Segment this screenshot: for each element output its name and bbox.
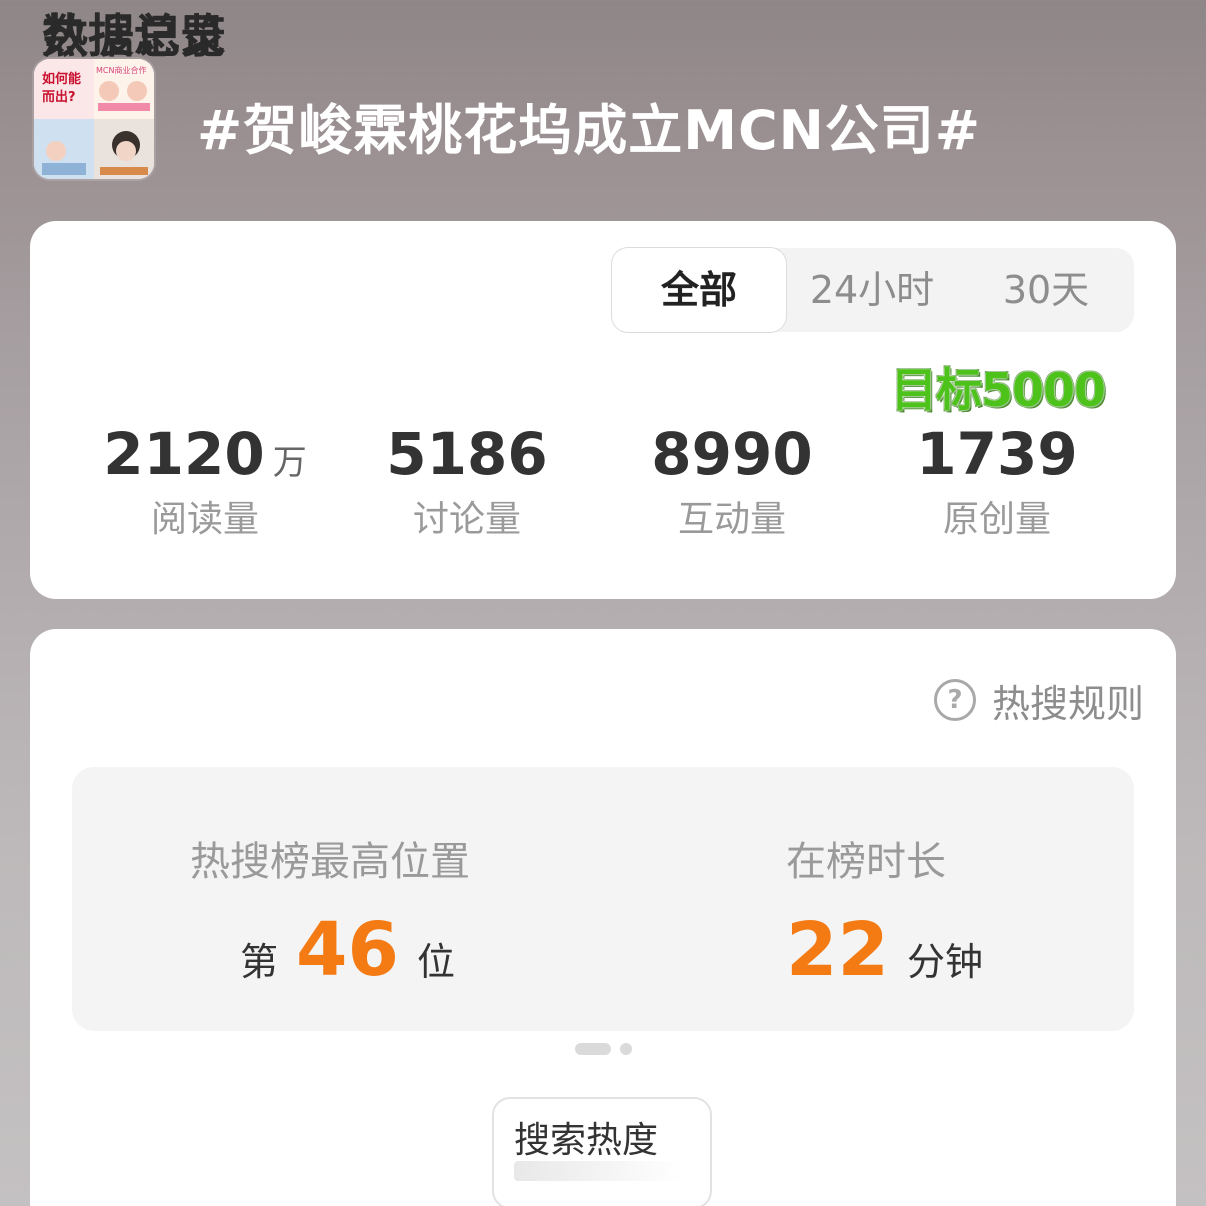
pager-dot-active [575, 1043, 611, 1055]
hot-search-rules-link[interactable]: ? 热搜规则 [934, 676, 1144, 726]
search-heat-label: 搜索热度 [514, 1120, 659, 1161]
time-range-tabs: 全部 24小时 30天 [612, 248, 1134, 332]
svg-text:MCN商业合作: MCN商业合作 [96, 65, 146, 75]
search-heat-placeholder-bar [514, 1161, 684, 1181]
stat-originals: 1739 原创量 [867, 420, 1127, 542]
stat-label: 原创量 [942, 499, 1051, 540]
rank-number: 46 [296, 907, 399, 993]
topic-thumbnail[interactable]: 如何能 而出? MCN商业合作 [34, 59, 154, 179]
pager-dot [620, 1043, 632, 1055]
tab-24h[interactable]: 24小时 [798, 248, 946, 332]
stat-interactions: 8990 互动量 [602, 420, 862, 542]
duration-value: 22 分钟 [786, 907, 983, 993]
stat-label: 阅读量 [150, 499, 259, 540]
stat-value: 2120 万 [103, 420, 307, 488]
goal-sticker: 目标5000 [891, 363, 1106, 417]
hot-search-title: 热搜记录 [42, 9, 226, 63]
tab-30d[interactable]: 30天 [972, 248, 1120, 332]
stat-label: 讨论量 [412, 499, 521, 540]
stat-reads: 2120 万 阅读量 [75, 420, 335, 542]
best-rank-block: 热搜榜最高位置 第 46 位 [72, 767, 602, 1031]
hot-search-summary-panel[interactable]: 热搜榜最高位置 第 46 位 在榜时长 22 分钟 [72, 767, 1134, 1031]
rank-prefix: 第 [240, 940, 279, 984]
topic-title: #贺峻霖桃花坞成立MCN公司# [197, 99, 982, 162]
svg-text:而出?: 而出? [42, 89, 76, 105]
svg-text:如何能: 如何能 [42, 71, 81, 87]
stat-value: 8990 [651, 420, 813, 488]
stat-label: 互动量 [677, 499, 786, 540]
rules-label: 热搜规则 [992, 681, 1145, 726]
duration-label: 在榜时长 [786, 839, 946, 885]
stat-discussions: 5186 讨论量 [337, 420, 597, 542]
stat-unit: 万 [272, 443, 307, 483]
stat-value: 5186 [386, 420, 548, 488]
thumbnail-collage-image: 如何能 而出? MCN商业合作 [34, 59, 154, 179]
duration-block: 在榜时长 22 分钟 [602, 767, 1134, 1031]
tab-all[interactable]: 全部 [612, 248, 786, 332]
best-rank-value: 第 46 位 [240, 907, 455, 993]
duration-number: 22 [786, 907, 889, 993]
question-icon: ? [934, 679, 976, 721]
stat-value: 1739 [916, 420, 1078, 488]
best-rank-label: 热搜榜最高位置 [190, 839, 470, 885]
search-heat-tab[interactable]: 搜索热度 [492, 1097, 712, 1206]
duration-suffix: 分钟 [906, 940, 983, 984]
rank-suffix: 位 [417, 940, 456, 984]
